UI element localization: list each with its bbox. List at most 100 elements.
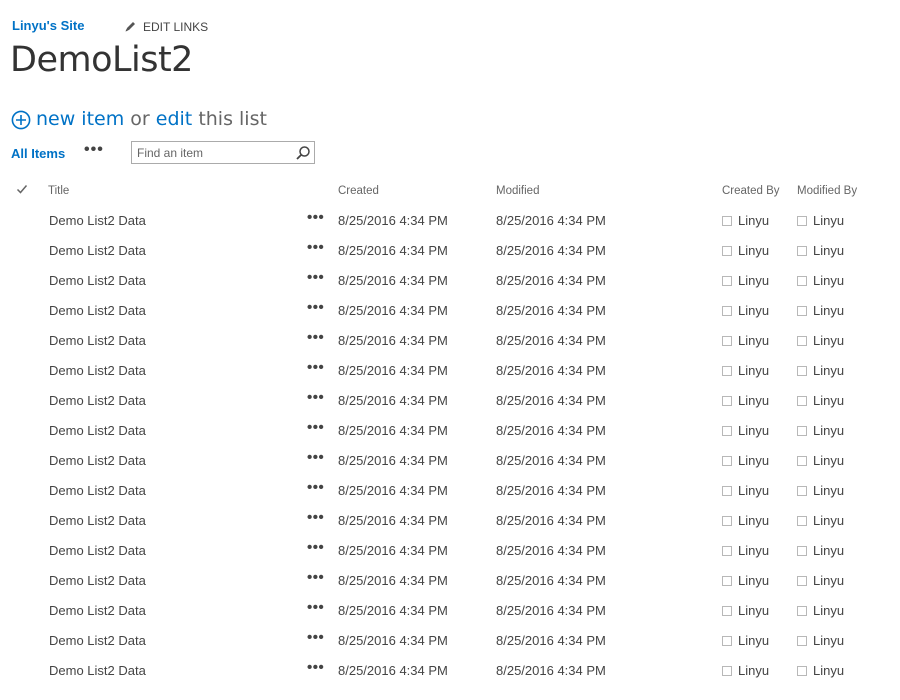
item-menu-ellipsis-icon[interactable]: ••• [307,569,324,586]
item-title-link[interactable]: Demo List2 Data [49,213,146,228]
created-by-user-link[interactable]: Linyu [738,243,769,258]
item-title-link[interactable]: Demo List2 Data [49,603,146,618]
modified-by-user-link[interactable]: Linyu [813,513,844,528]
modified-by-user-link[interactable]: Linyu [813,213,844,228]
created-by-user-link[interactable]: Linyu [738,633,769,648]
item-title-link[interactable]: Demo List2 Data [49,393,146,408]
item-title-link[interactable]: Demo List2 Data [49,633,146,648]
view-menu-ellipsis-icon[interactable]: ••• [84,141,104,159]
modified-by-user-link[interactable]: Linyu [813,573,844,588]
modified-by-user-link[interactable]: Linyu [813,423,844,438]
created-by-user-link[interactable]: Linyu [738,303,769,318]
item-menu-ellipsis-icon[interactable]: ••• [307,389,324,406]
item-title-link[interactable]: Demo List2 Data [49,453,146,468]
view-all-items[interactable]: All Items [11,146,65,161]
item-created-by: Linyu [722,213,769,228]
modified-by-user-link[interactable]: Linyu [813,663,844,678]
created-by-user-link[interactable]: Linyu [738,393,769,408]
created-by-user-link[interactable]: Linyu [738,483,769,498]
table-row[interactable]: Demo List2 Data ••• 8/25/2016 4:34 PM 8/25/… [0,416,900,446]
table-row[interactable]: Demo List2 Data ••• 8/25/2016 4:34 PM 8/25/… [0,656,900,686]
modified-by-user-link[interactable]: Linyu [813,273,844,288]
table-row[interactable]: Demo List2 Data ••• 8/25/2016 4:34 PM 8/25/… [0,296,900,326]
table-row[interactable]: Demo List2 Data ••• 8/25/2016 4:34 PM 8/25/… [0,206,900,236]
item-title-link[interactable]: Demo List2 Data [49,663,146,678]
item-title-link[interactable]: Demo List2 Data [49,363,146,378]
item-menu-ellipsis-icon[interactable]: ••• [307,299,324,316]
item-menu-ellipsis-icon[interactable]: ••• [307,359,324,376]
plus-circle-icon[interactable] [11,110,31,130]
item-title-link[interactable]: Demo List2 Data [49,243,146,258]
item-menu-ellipsis-icon[interactable]: ••• [307,599,324,616]
modified-by-user-link[interactable]: Linyu [813,243,844,258]
modified-by-user-link[interactable]: Linyu [813,393,844,408]
item-modified: 8/25/2016 4:34 PM [496,603,606,618]
presence-square-icon [797,666,807,676]
item-title-link[interactable]: Demo List2 Data [49,573,146,588]
table-row[interactable]: Demo List2 Data ••• 8/25/2016 4:34 PM 8/25/… [0,596,900,626]
item-modified: 8/25/2016 4:34 PM [496,213,606,228]
item-menu-ellipsis-icon[interactable]: ••• [307,209,324,226]
table-row[interactable]: Demo List2 Data ••• 8/25/2016 4:34 PM 8/25/… [0,386,900,416]
created-by-user-link[interactable]: Linyu [738,573,769,588]
item-title-link[interactable]: Demo List2 Data [49,423,146,438]
table-row[interactable]: Demo List2 Data ••• 8/25/2016 4:34 PM 8/25/… [0,476,900,506]
modified-by-user-link[interactable]: Linyu [813,303,844,318]
table-row[interactable]: Demo List2 Data ••• 8/25/2016 4:34 PM 8/25/… [0,236,900,266]
created-by-user-link[interactable]: Linyu [738,333,769,348]
modified-by-user-link[interactable]: Linyu [813,483,844,498]
column-header-created-by[interactable]: Created By [722,185,780,197]
new-item-link[interactable]: new item [36,108,124,130]
created-by-user-link[interactable]: Linyu [738,513,769,528]
created-by-user-link[interactable]: Linyu [738,423,769,438]
search-input[interactable] [132,142,295,163]
item-title-link[interactable]: Demo List2 Data [49,543,146,558]
modified-by-user-link[interactable]: Linyu [813,543,844,558]
created-by-user-link[interactable]: Linyu [738,663,769,678]
modified-by-user-link[interactable]: Linyu [813,633,844,648]
table-row[interactable]: Demo List2 Data ••• 8/25/2016 4:34 PM 8/25/… [0,536,900,566]
item-menu-ellipsis-icon[interactable]: ••• [307,629,324,646]
search-icon[interactable] [295,145,311,161]
edit-list-link[interactable]: edit [156,108,192,130]
modified-by-user-link[interactable]: Linyu [813,603,844,618]
modified-by-user-link[interactable]: Linyu [813,333,844,348]
created-by-user-link[interactable]: Linyu [738,603,769,618]
item-menu-ellipsis-icon[interactable]: ••• [307,239,324,256]
created-by-user-link[interactable]: Linyu [738,543,769,558]
modified-by-user-link[interactable]: Linyu [813,453,844,468]
item-menu-ellipsis-icon[interactable]: ••• [307,419,324,436]
column-header-created[interactable]: Created [338,185,379,197]
table-row[interactable]: Demo List2 Data ••• 8/25/2016 4:34 PM 8/25/… [0,626,900,656]
column-header-title[interactable]: Title [48,185,69,197]
item-menu-ellipsis-icon[interactable]: ••• [307,539,324,556]
created-by-user-link[interactable]: Linyu [738,213,769,228]
created-by-user-link[interactable]: Linyu [738,273,769,288]
site-name-link[interactable]: Linyu's Site [12,18,84,33]
item-title-link[interactable]: Demo List2 Data [49,483,146,498]
created-by-user-link[interactable]: Linyu [738,363,769,378]
item-title-link[interactable]: Demo List2 Data [49,513,146,528]
table-row[interactable]: Demo List2 Data ••• 8/25/2016 4:34 PM 8/25/… [0,326,900,356]
item-menu-ellipsis-icon[interactable]: ••• [307,449,324,466]
item-menu-ellipsis-icon[interactable]: ••• [307,329,324,346]
item-title-link[interactable]: Demo List2 Data [49,303,146,318]
item-menu-ellipsis-icon[interactable]: ••• [307,659,324,676]
modified-by-user-link[interactable]: Linyu [813,363,844,378]
table-row[interactable]: Demo List2 Data ••• 8/25/2016 4:34 PM 8/25/… [0,266,900,296]
created-by-user-link[interactable]: Linyu [738,453,769,468]
item-menu-ellipsis-icon[interactable]: ••• [307,269,324,286]
presence-square-icon [797,606,807,616]
table-row[interactable]: Demo List2 Data ••• 8/25/2016 4:34 PM 8/25/… [0,356,900,386]
column-header-modified-by[interactable]: Modified By [797,185,857,197]
item-title-link[interactable]: Demo List2 Data [49,273,146,288]
item-menu-ellipsis-icon[interactable]: ••• [307,509,324,526]
item-created-by: Linyu [722,663,769,678]
item-menu-ellipsis-icon[interactable]: ••• [307,479,324,496]
table-row[interactable]: Demo List2 Data ••• 8/25/2016 4:34 PM 8/25/… [0,506,900,536]
column-header-modified[interactable]: Modified [496,185,539,197]
table-row[interactable]: Demo List2 Data ••• 8/25/2016 4:34 PM 8/25/… [0,566,900,596]
select-all-checkmark-icon[interactable] [16,183,28,195]
table-row[interactable]: Demo List2 Data ••• 8/25/2016 4:34 PM 8/25/… [0,446,900,476]
item-title-link[interactable]: Demo List2 Data [49,333,146,348]
